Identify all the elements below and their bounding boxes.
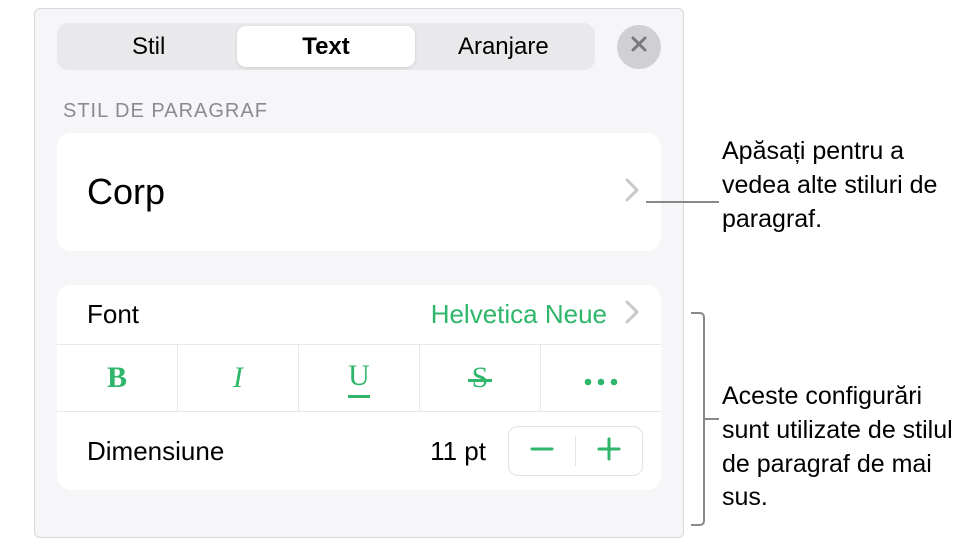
format-panel: Stil Text Aranjare STIL DE PARAGRAF Corp…	[34, 8, 684, 538]
chevron-right-icon	[625, 300, 639, 329]
close-button[interactable]	[617, 25, 661, 69]
size-value: 11 pt	[430, 436, 486, 467]
callout-line	[646, 201, 719, 203]
callout-bracket	[691, 312, 705, 526]
paragraph-style-card: Corp	[57, 133, 661, 251]
more-options-button[interactable]	[541, 345, 661, 411]
tab-style[interactable]: Stil	[60, 26, 237, 67]
strikethrough-icon: S	[472, 361, 489, 395]
size-decrease-button[interactable]	[509, 426, 575, 476]
font-label: Font	[87, 299, 139, 330]
italic-button[interactable]: I	[178, 345, 299, 411]
callout-paragraph-style: Apăsați pentru a vedea alte stiluri de p…	[722, 135, 947, 236]
minus-icon	[529, 432, 555, 471]
topbar: Stil Text Aranjare	[35, 9, 683, 80]
size-label: Dimensiune	[87, 436, 430, 467]
strikethrough-button[interactable]: S	[420, 345, 541, 411]
callout-bracket-stem	[705, 418, 719, 420]
font-block: Font Helvetica Neue B I U S	[57, 285, 661, 490]
underline-button[interactable]: U	[299, 345, 420, 411]
underline-icon: U	[348, 359, 370, 398]
font-style-buttons: B I U S	[57, 344, 661, 412]
size-increase-button[interactable]	[576, 426, 642, 476]
paragraph-style-header: STIL DE PARAGRAF	[35, 80, 683, 133]
tab-arrange[interactable]: Aranjare	[415, 26, 592, 67]
more-icon	[583, 361, 619, 395]
font-selector[interactable]: Font Helvetica Neue	[57, 285, 661, 344]
close-icon	[629, 34, 649, 59]
paragraph-style-selector[interactable]: Corp	[57, 133, 661, 251]
size-row: Dimensiune 11 pt	[57, 412, 661, 490]
size-stepper	[508, 426, 643, 476]
chevron-right-icon	[625, 178, 639, 207]
paragraph-style-name: Corp	[87, 171, 165, 213]
plus-icon	[596, 432, 622, 471]
callout-font-settings: Aceste configurări sunt utilizate de sti…	[722, 380, 954, 515]
tab-text[interactable]: Text	[237, 26, 414, 67]
bold-button[interactable]: B	[57, 345, 178, 411]
font-value: Helvetica Neue	[431, 299, 607, 330]
segmented-control: Stil Text Aranjare	[57, 23, 595, 70]
